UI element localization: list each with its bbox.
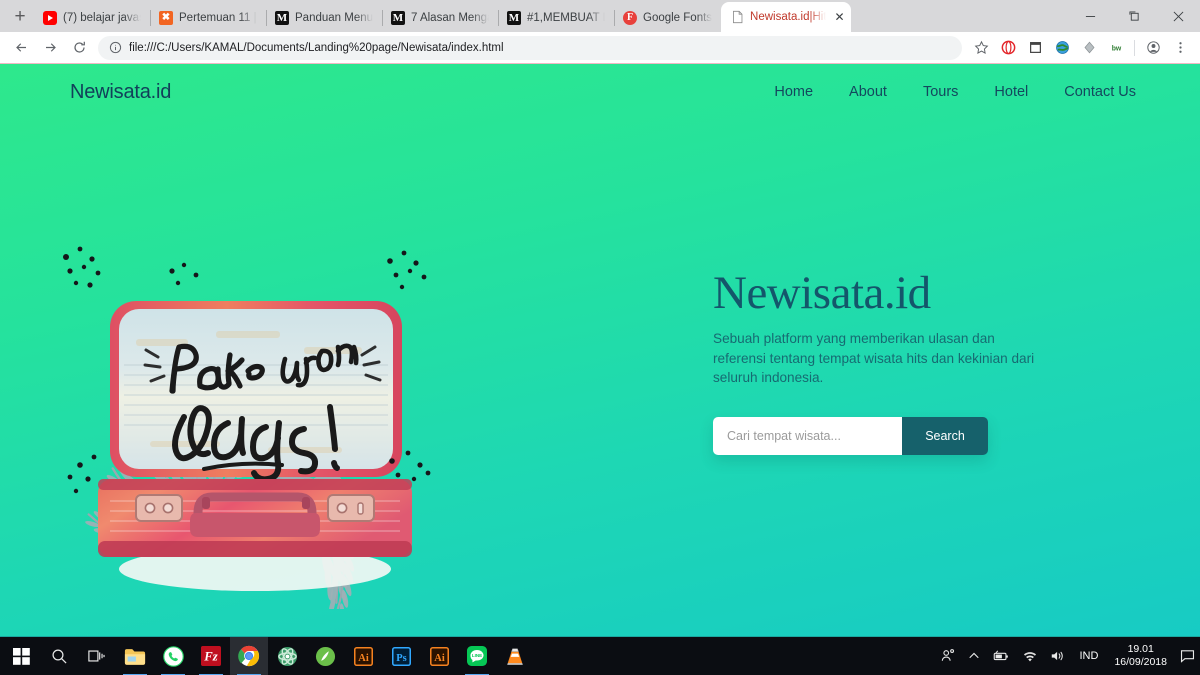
diamond-icon[interactable] bbox=[1076, 35, 1102, 61]
info-circle-icon bbox=[109, 41, 122, 54]
suitcase-illustration bbox=[40, 179, 470, 609]
notification-icon[interactable] bbox=[1176, 637, 1198, 675]
tab-title: (7) belajar javascript - Y bbox=[63, 12, 141, 24]
wifi-icon[interactable] bbox=[1016, 637, 1044, 675]
vlc-icon[interactable] bbox=[496, 637, 534, 675]
tab-title: #1,MEMBUAT DAFTAR bbox=[527, 12, 605, 24]
sublime-icon[interactable] bbox=[306, 637, 344, 675]
bw-icon[interactable]: bw bbox=[1103, 35, 1129, 61]
svg-text:bw: bw bbox=[1111, 46, 1121, 53]
new-tab-button[interactable]: + bbox=[6, 2, 34, 30]
hero-content: Newisata.id Sebuah platform yang memberi… bbox=[713, 267, 1053, 456]
window-controls bbox=[1068, 0, 1200, 32]
globe-icon[interactable] bbox=[1049, 35, 1075, 61]
svg-text:LINE: LINE bbox=[472, 653, 482, 658]
folder-icon[interactable] bbox=[116, 637, 154, 675]
profile-avatar-icon[interactable] bbox=[1140, 35, 1166, 61]
orange-x-icon: ✖ bbox=[159, 11, 173, 25]
photoshop-icon[interactable]: Ps bbox=[382, 637, 420, 675]
browser-toolbar: file:///C:/Users/KAMAL/Documents/Landing… bbox=[0, 32, 1200, 64]
line-icon[interactable]: LINE bbox=[458, 637, 496, 675]
atom-icon[interactable] bbox=[268, 637, 306, 675]
maximize-icon[interactable] bbox=[1112, 0, 1156, 32]
chevron-up-icon[interactable] bbox=[962, 637, 986, 675]
toolbar-divider bbox=[1134, 39, 1135, 56]
clock-date: 16/09/2018 bbox=[1114, 656, 1167, 668]
address-bar[interactable]: file:///C:/Users/KAMAL/Documents/Landing… bbox=[98, 35, 962, 60]
illustrator-icon[interactable]: Ai bbox=[344, 637, 382, 675]
nav-item-tours[interactable]: Tours bbox=[923, 84, 958, 100]
toolbar-icons: bw bbox=[968, 35, 1193, 61]
nav-item-about[interactable]: About bbox=[849, 84, 887, 100]
clock[interactable]: 19.01 16/09/2018 bbox=[1105, 643, 1176, 670]
battery-icon[interactable] bbox=[986, 637, 1016, 675]
tab-title: Panduan Menulis yang bbox=[295, 12, 373, 24]
illustrator-icon[interactable]: Ai bbox=[420, 637, 458, 675]
system-tray: IND 19.01 16/09/2018 bbox=[934, 637, 1200, 675]
medium-icon: M bbox=[391, 11, 405, 25]
tab-strip: + (7) belajar javascript - Y ✖ Pertemuan… bbox=[0, 0, 1200, 32]
site-navbar: Newisata.id Home About Tours Hotel Conta… bbox=[0, 64, 1200, 120]
nav-links: Home About Tours Hotel Contact Us bbox=[774, 84, 1136, 100]
svg-text:Ai: Ai bbox=[434, 652, 445, 663]
page-title: Newisata.id bbox=[713, 267, 931, 319]
page-icon bbox=[730, 10, 744, 24]
search-button[interactable]: Search bbox=[902, 417, 988, 456]
tab-title: 7 Alasan Mengapa Say bbox=[411, 12, 489, 24]
browser-tab[interactable]: F Google Fonts bbox=[614, 4, 721, 32]
youtube-icon bbox=[43, 11, 57, 25]
svg-text:Fz: Fz bbox=[203, 650, 217, 664]
windows-taskbar: Fz Ai Ps Ai LINE IND 19.01 16/09/2018 bbox=[0, 636, 1200, 675]
chrome-icon[interactable] bbox=[230, 636, 268, 675]
browser-tab[interactable]: M 7 Alasan Mengapa Say bbox=[382, 4, 498, 32]
url-text: file:///C:/Users/KAMAL/Documents/Landing… bbox=[129, 41, 504, 54]
bookmark-star-icon[interactable] bbox=[968, 35, 994, 61]
browser-tab[interactable]: M Panduan Menulis yang bbox=[266, 4, 382, 32]
three-dot-menu-icon[interactable] bbox=[1167, 35, 1193, 61]
tab-title: Pertemuan 11 | Halama bbox=[179, 12, 257, 24]
browser-window: + (7) belajar javascript - Y ✖ Pertemuan… bbox=[0, 0, 1200, 636]
nav-item-contact-us[interactable]: Contact Us bbox=[1064, 84, 1136, 100]
nav-item-hotel[interactable]: Hotel bbox=[994, 84, 1028, 100]
browser-tab[interactable]: ✖ Pertemuan 11 | Halama bbox=[150, 4, 266, 32]
search-input[interactable] bbox=[713, 417, 902, 456]
close-icon[interactable] bbox=[1156, 0, 1200, 32]
tab-title: Google Fonts bbox=[643, 12, 713, 24]
language-indicator[interactable]: IND bbox=[1072, 650, 1105, 662]
svg-text:Ai: Ai bbox=[358, 652, 369, 663]
search-bar: Search bbox=[713, 417, 988, 456]
search-icon[interactable] bbox=[40, 637, 78, 675]
whatsapp-icon[interactable] bbox=[154, 637, 192, 675]
forward-arrow-icon[interactable] bbox=[36, 34, 64, 62]
google-fonts-icon: F bbox=[623, 11, 637, 25]
browser-tab[interactable]: (7) belajar javascript - Y bbox=[34, 4, 150, 32]
hero-description: Sebuah platform yang memberikan ulasan d… bbox=[713, 331, 1035, 385]
volume-icon[interactable] bbox=[1044, 637, 1072, 675]
medium-icon: M bbox=[275, 11, 289, 25]
browser-tab-active[interactable]: Newisata.id|Hits&K ✕ bbox=[721, 2, 852, 32]
people-icon[interactable] bbox=[934, 637, 962, 675]
start-button[interactable] bbox=[2, 637, 40, 675]
filezilla-icon[interactable]: Fz bbox=[192, 637, 230, 675]
close-icon[interactable]: ✕ bbox=[832, 10, 847, 25]
nav-item-home[interactable]: Home bbox=[774, 84, 813, 100]
clock-time: 19.01 bbox=[1127, 642, 1154, 655]
page-viewport: Newisata.id Home About Tours Hotel Conta… bbox=[0, 64, 1200, 636]
medium-icon: M bbox=[507, 11, 521, 25]
reload-icon[interactable] bbox=[65, 34, 93, 62]
svg-text:Ps: Ps bbox=[396, 652, 406, 663]
opera-icon[interactable] bbox=[995, 35, 1021, 61]
tab-title: Newisata.id|Hits&K bbox=[750, 11, 827, 23]
task-view-icon[interactable] bbox=[78, 637, 116, 675]
back-arrow-icon[interactable] bbox=[7, 34, 35, 62]
minimize-icon[interactable] bbox=[1068, 0, 1112, 32]
browser-tab[interactable]: M #1,MEMBUAT DAFTAR bbox=[498, 4, 614, 32]
window-icon[interactable] bbox=[1022, 35, 1048, 61]
site-logo[interactable]: Newisata.id bbox=[70, 81, 171, 104]
